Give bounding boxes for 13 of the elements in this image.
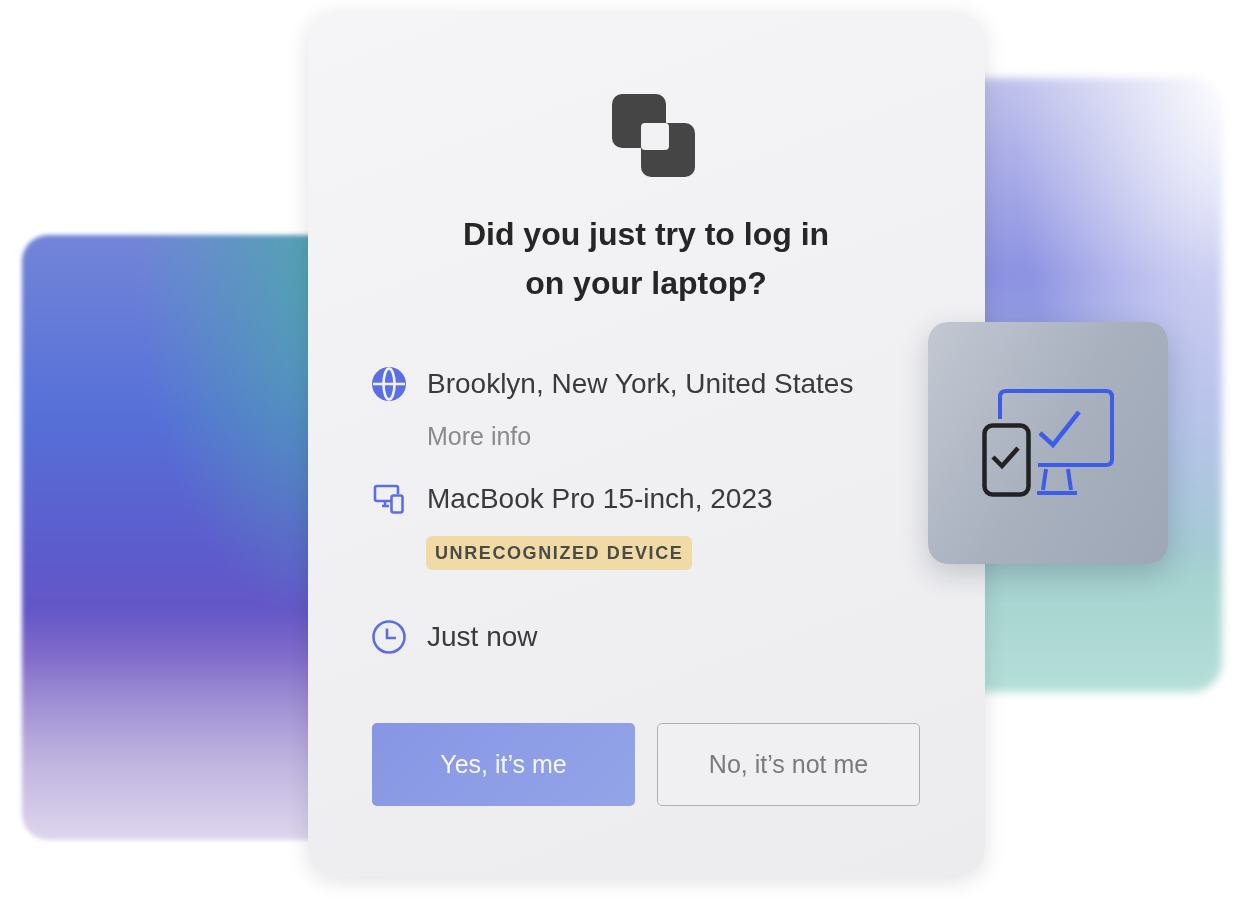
- confirm-button[interactable]: Yes, it’s me: [372, 723, 635, 806]
- deny-button[interactable]: No, it’s not me: [657, 723, 920, 806]
- status-badge: UNRECOGNIZED DEVICE: [426, 536, 693, 570]
- time-text: Just now: [427, 620, 538, 654]
- location-text: Brooklyn, New York, United States: [427, 367, 854, 401]
- globe-icon: [372, 367, 406, 401]
- devices-icon: [372, 482, 406, 516]
- logo-icon: [611, 94, 695, 177]
- device-text: MacBook Pro 15-inch, 2023: [427, 482, 773, 516]
- dialog-title: Did you just try to log in on your laptop?: [461, 215, 831, 303]
- more-info-link[interactable]: More info: [427, 421, 532, 451]
- devices-check-icon: [982, 389, 1114, 497]
- clock-icon: [372, 620, 406, 654]
